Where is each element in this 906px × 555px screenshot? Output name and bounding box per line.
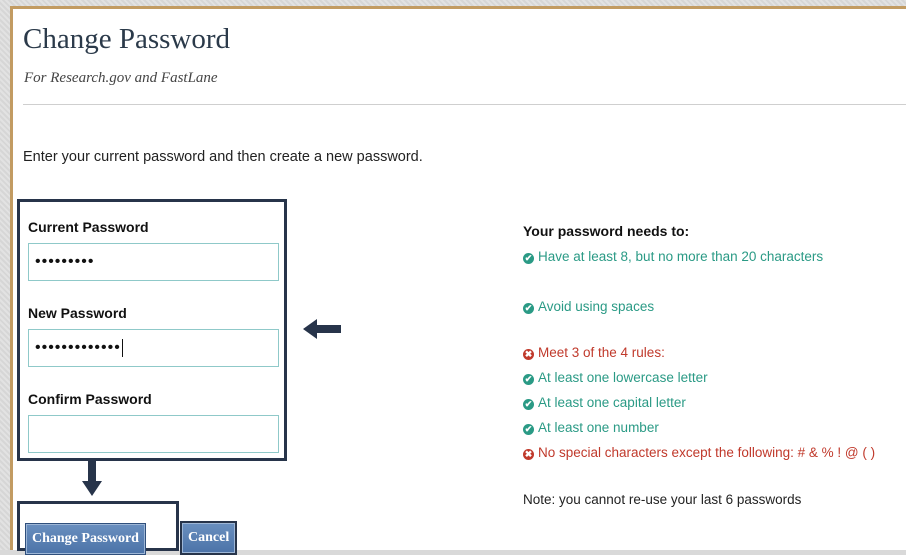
change-password-panel: Change Password For Research.gov and Fas… — [10, 6, 906, 555]
current-password-input[interactable]: ••••••••• — [28, 243, 279, 281]
requirement-item: ✖ Meet 3 of the 4 rules: — [523, 345, 665, 360]
down-arrow-icon — [82, 461, 102, 496]
requirement-text: Meet 3 of the 4 rules: — [538, 345, 665, 360]
requirement-text: Have at least 8, but no more than 20 cha… — [538, 249, 824, 264]
confirm-password-label: Confirm Password — [28, 391, 152, 407]
requirement-item: ✔ Avoid using spaces — [523, 299, 654, 314]
page-subtitle: For Research.gov and FastLane — [24, 70, 218, 86]
confirm-password-input[interactable] — [28, 415, 279, 453]
new-password-label: New Password — [28, 305, 127, 321]
password-fields-highlight: Current Password ••••••••• New Password … — [17, 199, 287, 461]
requirement-item: ✖ No special characters except the follow… — [523, 445, 875, 460]
new-password-input[interactable]: ••••••••••••• — [28, 329, 279, 367]
check-circle-icon: ✔ — [523, 253, 534, 264]
check-circle-icon: ✔ — [523, 424, 534, 435]
x-circle-icon: ✖ — [523, 349, 534, 360]
requirement-text: At least one number — [538, 420, 659, 435]
new-password-value: ••••••••••••• — [35, 339, 121, 356]
requirement-text: No special characters except the followi… — [538, 445, 876, 460]
requirement-text: At least one capital letter — [538, 395, 686, 410]
requirement-text: At least one lowercase letter — [538, 370, 708, 385]
requirement-item: ✔ Have at least 8, but no more than 20 ch… — [523, 249, 823, 264]
check-circle-icon: ✔ — [523, 374, 534, 385]
requirement-item: ✔ At least one number — [523, 420, 659, 435]
text-caret — [121, 338, 123, 357]
instructions-text: Enter your current password and then cre… — [23, 149, 423, 165]
left-arrow-icon — [303, 319, 341, 339]
check-circle-icon: ✔ — [523, 303, 534, 314]
divider — [23, 104, 906, 105]
x-circle-icon: ✖ — [523, 449, 534, 460]
change-password-button[interactable]: Change Password — [25, 523, 146, 555]
check-circle-icon: ✔ — [523, 399, 534, 410]
page-title: Change Password — [23, 23, 231, 55]
requirement-item: ✔ At least one lowercase letter — [523, 370, 708, 385]
requirement-item: ✔ At least one capital letter — [523, 395, 686, 410]
reuse-note: Note: you cannot re-use your last 6 pass… — [523, 492, 802, 507]
current-password-label: Current Password — [28, 219, 149, 235]
requirements-title: Your password needs to: — [523, 223, 690, 239]
current-password-value: ••••••••• — [35, 253, 95, 270]
requirement-text: Avoid using spaces — [538, 299, 655, 314]
